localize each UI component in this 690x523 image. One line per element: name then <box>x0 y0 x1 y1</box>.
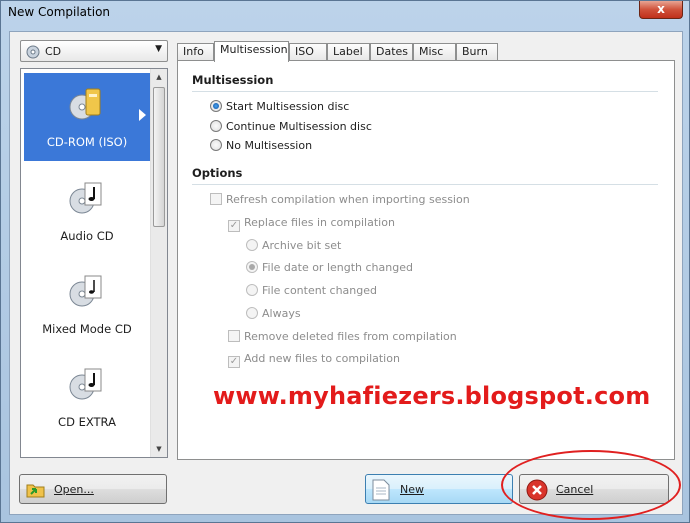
media-type-list: CD-ROM (ISO) Audio CD Mixed Mode CD CD E… <box>20 68 168 458</box>
new-document-icon <box>372 479 390 501</box>
chevron-down-icon: ▼ <box>155 44 162 54</box>
archive-bit-radio[interactable]: Archive bit set <box>246 239 341 255</box>
refresh-compilation-checkbox[interactable]: Refresh compilation when importing sessi… <box>210 193 470 209</box>
remove-deleted-checkbox[interactable]: Remove deleted files from compilation <box>228 330 457 346</box>
disc-icon <box>26 45 40 59</box>
section-divider <box>192 91 658 92</box>
dialog-client: CD ▼ CD-ROM (ISO) Audio CD Mixed Mode CD… <box>9 31 683 515</box>
close-button[interactable]: x <box>639 1 683 19</box>
tab-label[interactable]: Label <box>327 43 370 61</box>
start-multisession-radio[interactable]: Start Multisession disc <box>210 100 349 116</box>
always-radio[interactable]: Always <box>246 307 301 323</box>
open-button-label: Open... <box>54 483 94 496</box>
radio-icon <box>246 307 258 319</box>
cd-rom-iso-icon <box>69 88 101 120</box>
scrollbar-thumb[interactable] <box>153 87 165 227</box>
close-icon: x <box>657 2 665 16</box>
mixed-mode-cd-icon <box>69 275 102 307</box>
list-item-label: Audio CD <box>60 229 114 243</box>
radio-checked-icon <box>210 100 222 112</box>
radio-icon <box>246 239 258 251</box>
tab-burn[interactable]: Burn <box>456 43 498 61</box>
radio-checked-icon <box>246 261 258 273</box>
list-item-label: CD EXTRA <box>58 415 116 429</box>
media-type-value: CD <box>45 45 62 58</box>
checkbox-icon <box>210 193 222 205</box>
options-section-title: Options <box>192 166 243 180</box>
radio-icon <box>210 139 222 151</box>
new-compilation-window: New Compilation x CD ▼ CD-ROM (ISO) Audi… <box>0 0 690 523</box>
blog-watermark: www.myhafiezers.blogspot.com <box>213 382 651 410</box>
list-item-cd-rom-iso[interactable]: CD-ROM (ISO) <box>24 73 150 161</box>
title-bar: New Compilation x <box>1 1 689 27</box>
tab-dates[interactable]: Dates <box>370 43 413 61</box>
selected-indicator-icon <box>139 109 146 121</box>
file-date-radio[interactable]: File date or length changed <box>246 261 413 277</box>
media-list-scrollbar[interactable]: ▲ ▼ <box>150 69 167 457</box>
no-multisession-radio[interactable]: No Multisession <box>210 139 312 155</box>
radio-icon <box>246 284 258 296</box>
new-button[interactable]: New <box>365 474 513 504</box>
tab-info[interactable]: Info <box>177 43 214 61</box>
checkbox-icon <box>228 330 240 342</box>
open-folder-icon <box>26 484 45 498</box>
tab-iso[interactable]: ISO <box>289 43 327 61</box>
list-item-audio-cd[interactable]: Audio CD <box>24 167 150 255</box>
scroll-down-icon[interactable]: ▼ <box>151 441 167 457</box>
multisession-section-title: Multisession <box>192 73 274 87</box>
audio-cd-icon <box>69 182 102 214</box>
new-button-label: New <box>400 483 424 496</box>
tab-misc[interactable]: Misc <box>413 43 456 61</box>
radio-icon <box>210 120 222 132</box>
media-type-select[interactable]: CD ▼ <box>20 40 168 62</box>
continue-multisession-radio[interactable]: Continue Multisession disc <box>210 120 372 136</box>
list-item-mixed-mode-cd[interactable]: Mixed Mode CD <box>24 260 150 348</box>
file-content-radio[interactable]: File content changed <box>246 284 377 300</box>
cancel-highlight-annotation <box>501 450 681 520</box>
open-button[interactable]: Open... <box>19 474 167 504</box>
checkbox-checked-icon: ✓ <box>228 356 240 368</box>
list-item-label: CD-ROM (ISO) <box>46 135 128 149</box>
add-new-files-checkbox[interactable]: ✓ Add new files to compilation <box>228 352 400 368</box>
window-title: New Compilation <box>8 5 111 19</box>
checkbox-checked-icon: ✓ <box>228 220 240 232</box>
tab-multisession[interactable]: Multisession <box>214 41 289 62</box>
list-item-cd-extra[interactable]: CD EXTRA <box>24 353 150 441</box>
list-item-label: Mixed Mode CD <box>42 322 132 336</box>
cd-extra-icon <box>69 368 102 400</box>
section-divider <box>192 184 658 185</box>
scroll-up-icon[interactable]: ▲ <box>151 69 167 85</box>
replace-files-checkbox[interactable]: ✓ Replace files in compilation <box>228 216 395 232</box>
